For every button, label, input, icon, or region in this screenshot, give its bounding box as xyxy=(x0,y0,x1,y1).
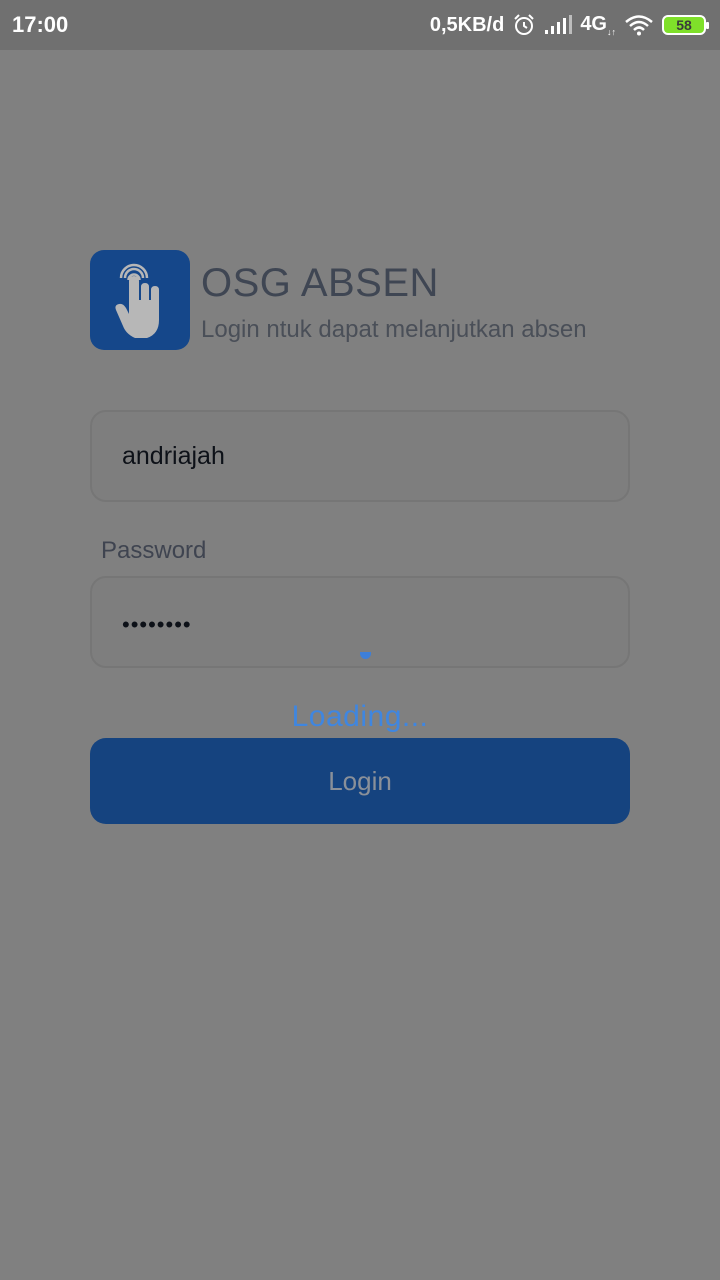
signal-icon xyxy=(544,15,573,35)
username-field[interactable]: andriajah xyxy=(90,410,630,502)
status-bar: 17:00 0,5KB/d 4G↓↑ 58 xyxy=(0,0,720,50)
network-activity: ↓↑ xyxy=(607,27,616,37)
password-label: Password xyxy=(101,537,207,564)
login-button[interactable]: Login xyxy=(90,738,630,824)
username-value: andriajah xyxy=(122,442,225,470)
wifi-icon xyxy=(624,14,654,36)
touch-hand-icon xyxy=(115,263,159,338)
network-speed: 0,5KB/d xyxy=(429,13,505,36)
status-time: 17:00 xyxy=(12,12,69,37)
app-logo xyxy=(90,250,190,350)
status-icons: 0,5KB/d 4G↓↑ 58 xyxy=(429,10,709,40)
password-value: •••••••• xyxy=(122,612,192,637)
loading-text: Loading... xyxy=(291,700,429,733)
app-subtitle: Login ntuk dapat melanjutkan absen xyxy=(201,316,587,343)
battery-icon: 58 xyxy=(662,15,709,35)
network-type-label: 4G xyxy=(580,13,607,35)
battery-level: 58 xyxy=(676,17,692,33)
network-type: 4G↓↑ xyxy=(580,13,616,37)
alarm-icon xyxy=(512,13,536,37)
app-title: OSG ABSEN xyxy=(201,261,439,305)
